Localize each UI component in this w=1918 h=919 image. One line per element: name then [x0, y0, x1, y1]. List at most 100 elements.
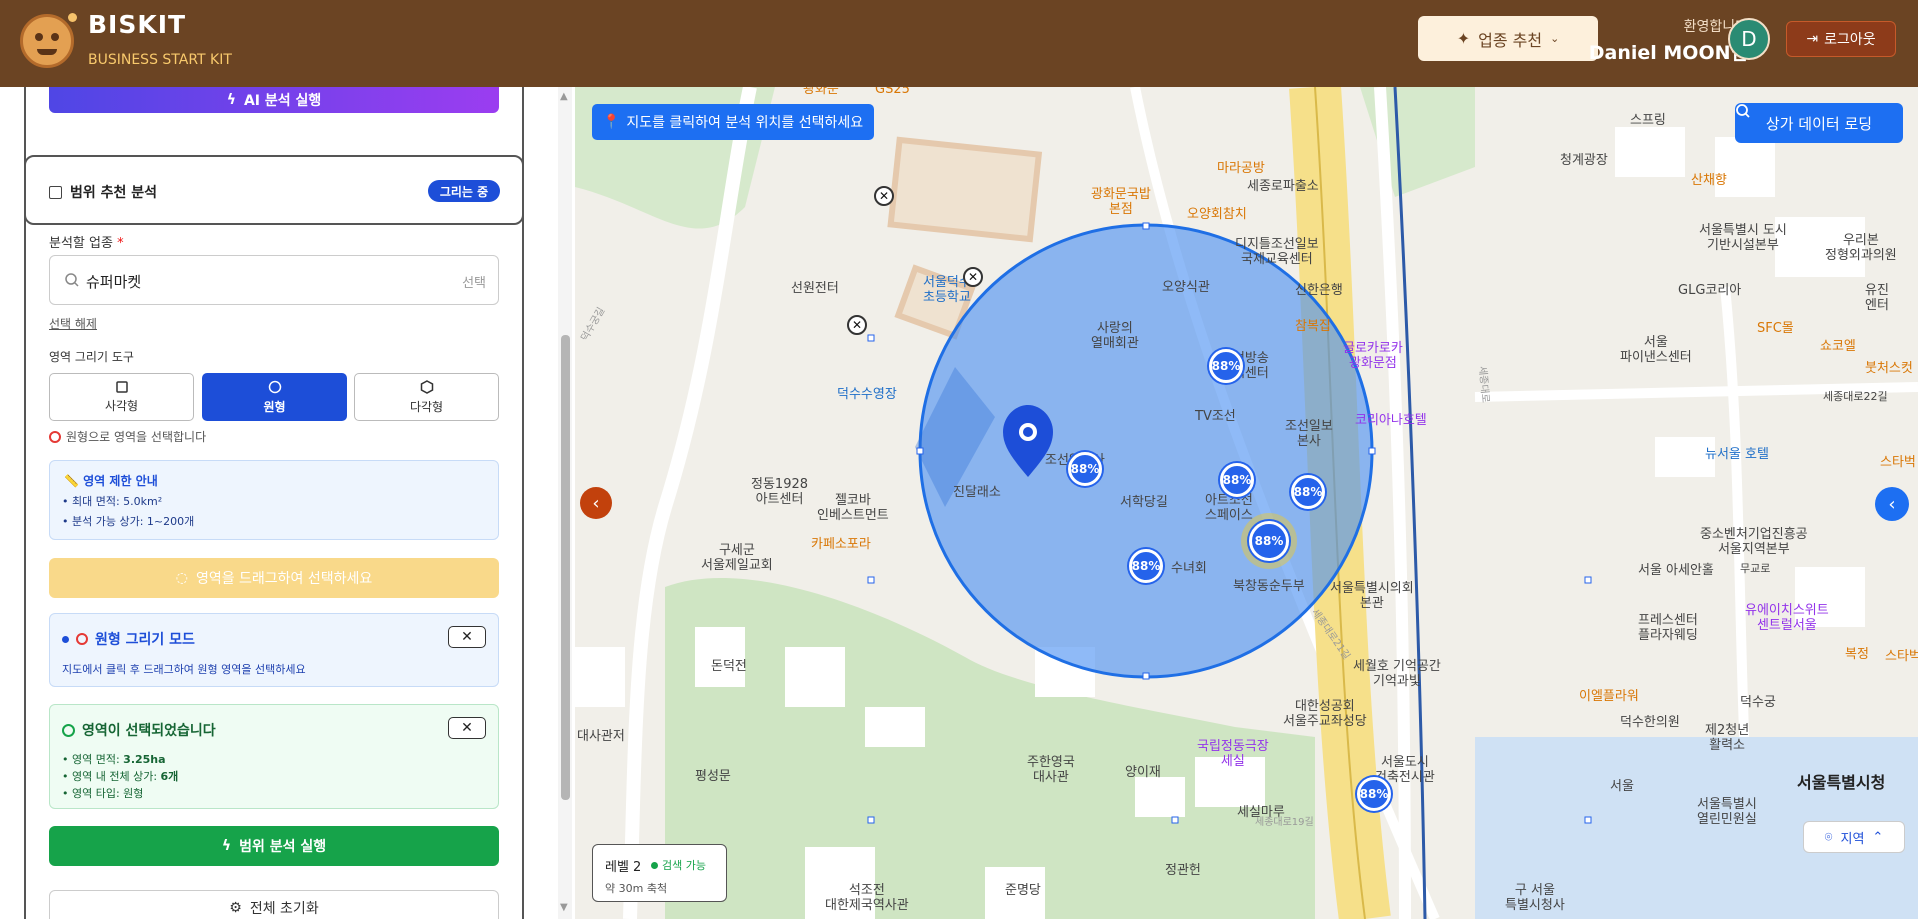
place-label[interactable]: 광화문	[803, 87, 839, 97]
place-label[interactable]: 우리본 정형외과의원	[1825, 233, 1897, 263]
place-label[interactable]: 광화문국밥 본점	[1091, 187, 1151, 217]
place-label[interactable]: 조선일보 본사	[1285, 419, 1333, 449]
place-label[interactable]: 오양회참치	[1187, 207, 1247, 222]
place-label[interactable]: 서울특별시청	[1797, 775, 1885, 791]
store-marker[interactable]: 88%	[1291, 475, 1325, 509]
place-label[interactable]: 붓처스컷	[1865, 361, 1913, 376]
store-marker[interactable]: 88%	[1209, 349, 1243, 383]
place-label[interactable]: 유진 엔터	[1865, 283, 1889, 313]
place-label[interactable]: TV조선	[1195, 409, 1236, 424]
place-label[interactable]: 서울	[1610, 779, 1634, 794]
place-label[interactable]: 구 서울 특별시청사	[1505, 883, 1565, 913]
place-label[interactable]: 덕수수영장	[837, 387, 897, 402]
place-label[interactable]: 마라공방	[1217, 161, 1265, 176]
remove-marker-icon[interactable]: ✕	[963, 267, 983, 287]
place-label[interactable]: 선원전터	[791, 281, 839, 296]
sidebar-scroll-thumb[interactable]	[561, 335, 570, 800]
place-label[interactable]: 중소벤처기업진흥공 서울지역본부	[1700, 527, 1808, 557]
place-label[interactable]: 덕수한의원	[1620, 715, 1680, 730]
place-label[interactable]: 세종대로22길	[1823, 389, 1888, 404]
place-label[interactable]: 서울 아세안홀	[1638, 563, 1714, 578]
place-label[interactable]: 이엘플라워	[1579, 689, 1639, 704]
place-label[interactable]: 국립정동극장 세실	[1197, 739, 1269, 769]
place-label[interactable]: 쇼코엘	[1820, 339, 1856, 354]
place-label[interactable]: 양이재	[1125, 765, 1161, 780]
drag-select-button[interactable]: ◌ 영역을 드래그하여 선택하세요	[49, 558, 499, 598]
collapse-sidebar-button[interactable]: ‹	[580, 487, 612, 519]
rectangle-tool-button[interactable]: 사각형	[49, 373, 194, 421]
place-label[interactable]: 청계광장	[1560, 153, 1608, 168]
map-view[interactable]: 광화문 GS25 스프링 청계광장 마라공방 세종로파출소 광화문국밥 본점 오…	[575, 87, 1918, 919]
load-store-data-button[interactable]: 상가 데이터 로딩	[1735, 103, 1903, 143]
place-label[interactable]: 복정	[1845, 647, 1869, 662]
place-label[interactable]: 오양식관	[1162, 280, 1210, 295]
store-marker[interactable]: 88%	[1357, 777, 1391, 811]
checkbox-icon[interactable]	[49, 185, 62, 199]
business-select-input[interactable]: 슈퍼마켓 선택	[49, 255, 499, 305]
place-label[interactable]: 진달래소	[953, 485, 1001, 500]
place-label[interactable]: 대사관저	[577, 729, 625, 744]
biskit-logo[interactable]	[20, 13, 77, 68]
place-label[interactable]: 덕수궁	[1740, 695, 1776, 710]
place-label[interactable]: 서울특별시의회 본관	[1330, 581, 1414, 611]
place-label[interactable]: 세종로파출소	[1247, 179, 1319, 194]
place-label[interactable]: 주한영국 대사관	[1027, 755, 1075, 785]
place-label[interactable]: 서울특별시 열린민원실	[1697, 797, 1757, 827]
place-label[interactable]: 젤코바 인베스트먼트	[817, 493, 889, 523]
scroll-up-arrow[interactable]: ▲	[560, 91, 568, 102]
range-analysis-title[interactable]: 범위 추천 분석	[49, 182, 157, 202]
place-label[interactable]: GS25	[875, 87, 910, 97]
scroll-down-arrow[interactable]: ▼	[560, 902, 568, 913]
avatar[interactable]: D	[1728, 18, 1770, 60]
place-label[interactable]: 무교로	[1740, 561, 1770, 576]
place-label[interactable]: 돈덕전	[711, 659, 747, 674]
place-label[interactable]: 디지틀조선일보 국제교육센터	[1235, 237, 1319, 267]
remove-marker-icon[interactable]: ✕	[847, 315, 867, 335]
place-label[interactable]: 사랑의 열매회관	[1091, 321, 1139, 351]
circle-tool-button[interactable]: 원형	[202, 373, 347, 421]
place-label[interactable]: 북창동순두부	[1233, 579, 1305, 594]
place-label[interactable]: 서울특별시 도시 기반시설본부	[1699, 223, 1787, 253]
place-label[interactable]: 산채향	[1691, 173, 1727, 188]
logout-button[interactable]: ⇥ 로그아웃	[1786, 21, 1896, 57]
place-label[interactable]: 정관헌	[1165, 863, 1201, 878]
remove-marker-icon[interactable]: ✕	[874, 186, 894, 206]
place-label[interactable]: 준명당	[1005, 883, 1041, 898]
place-label[interactable]: SFC몰	[1757, 321, 1794, 336]
place-label[interactable]: 프레스센터 플라자웨딩	[1638, 613, 1698, 643]
polygon-tool-button[interactable]: 다각형	[354, 373, 499, 421]
place-label[interactable]: GLG코리아	[1678, 283, 1741, 298]
region-button[interactable]: ⌾ 지역 ⌃	[1803, 821, 1905, 853]
reset-all-button[interactable]: ⚙ 전체 초기화	[49, 890, 499, 919]
place-label[interactable]: 제2청년 활력소	[1705, 723, 1749, 753]
place-label[interactable]: 스프링	[1630, 113, 1666, 128]
place-label[interactable]: 스타벅	[1880, 455, 1916, 470]
place-label[interactable]: 서울 파이낸스센터	[1620, 335, 1692, 365]
clear-selection-link[interactable]: 선택 해제	[49, 315, 97, 332]
place-label[interactable]: 대한성공회 서울주교좌성당	[1283, 699, 1367, 729]
store-marker[interactable]: 88%	[1129, 549, 1163, 583]
place-label[interactable]: 석조전 대한제국역사관	[825, 883, 909, 913]
store-marker[interactable]: 88%	[1220, 463, 1254, 497]
place-label[interactable]: 글로카로카 광화문점	[1343, 341, 1403, 371]
ai-analysis-button[interactable]: ϟ AI 분석 실행	[49, 87, 499, 113]
place-label[interactable]: 정동1928 아트센터	[751, 477, 808, 507]
clear-area-button[interactable]: ✕	[448, 717, 486, 739]
place-label[interactable]: 수녀회	[1171, 561, 1207, 576]
place-label[interactable]: 신한은행	[1295, 283, 1343, 298]
expand-panel-button[interactable]: ‹	[1875, 487, 1909, 521]
place-label[interactable]: 뉴서울 호텔	[1705, 447, 1769, 462]
place-label[interactable]: 평성문	[695, 769, 731, 784]
place-label[interactable]: 카페소포라	[811, 537, 871, 552]
place-label[interactable]: 세월호 기억공간 기억과빛	[1353, 659, 1441, 689]
place-label[interactable]: 스타벅	[1885, 649, 1918, 664]
place-label[interactable]: 구세군 서울제일교회	[701, 543, 773, 573]
place-label[interactable]: 코리아나호텔	[1355, 413, 1427, 428]
run-range-analysis-button[interactable]: ϟ 범위 분석 실행	[49, 826, 499, 866]
store-marker[interactable]: 88%	[1249, 521, 1289, 561]
place-label[interactable]: 서학당길	[1120, 495, 1168, 510]
place-label[interactable]: 아트조선 스페이스	[1205, 493, 1253, 523]
close-draw-mode-button[interactable]: ✕	[448, 626, 486, 648]
place-label[interactable]: 유에이치스위트 센트럴서울	[1745, 603, 1829, 633]
place-label[interactable]: 참복집	[1295, 319, 1331, 334]
